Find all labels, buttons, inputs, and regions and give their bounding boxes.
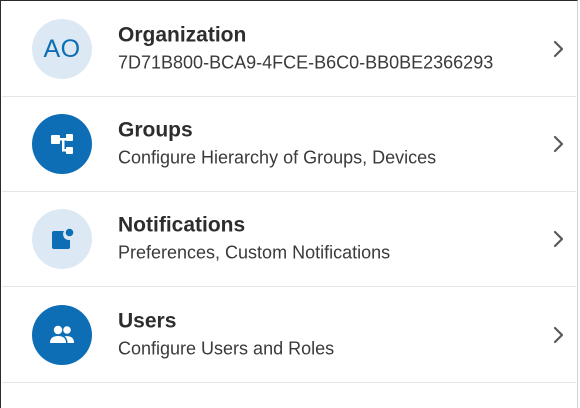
settings-item-organization[interactable]: AO Organization 7D71B800-BCA9-4FCE-B6C0-… [2,2,576,97]
users-icon [50,325,74,343]
settings-item-text: Users Configure Users and Roles [118,308,334,361]
settings-item-subtitle: Preferences, Custom Notifications [118,242,391,263]
chevron-right-icon [553,230,564,248]
settings-item-users[interactable]: Users Configure Users and Roles [2,287,576,383]
avatar-initials: AO [43,34,81,63]
settings-panel: AO Organization 7D71B800-BCA9-4FCE-B6C0-… [0,0,578,408]
organization-avatar: AO [32,19,92,79]
settings-list: AO Organization 7D71B800-BCA9-4FCE-B6C0-… [2,2,576,383]
settings-item-text: Groups Configure Hierarchy of Groups, De… [118,118,436,171]
settings-item-title: Notifications [118,213,246,237]
notification-icon [52,228,74,249]
chevron-right-icon [553,135,564,153]
settings-item-title: Groups [118,118,193,142]
settings-item-subtitle: Configure Users and Roles [118,338,335,358]
settings-item-subtitle: 7D71B800-BCA9-4FCE-B6C0-BB0BE2366293 [118,52,494,73]
hierarchy-icon [51,134,73,154]
settings-item-subtitle: Configure Hierarchy of Groups, Devices [118,147,437,168]
users-avatar [32,304,92,365]
settings-item-title: Users [118,309,177,332]
settings-item-groups[interactable]: Groups Configure Hierarchy of Groups, De… [2,97,576,192]
settings-item-title: Organization [118,23,247,47]
settings-item-text: Notifications Preferences, Custom Notifi… [118,213,390,266]
settings-item-notifications[interactable]: Notifications Preferences, Custom Notifi… [2,192,576,287]
groups-avatar [32,114,92,174]
chevron-right-icon [553,40,564,58]
chevron-right-icon [553,326,564,343]
settings-item-text: Organization 7D71B800-BCA9-4FCE-B6C0-BB0… [118,23,493,76]
notifications-avatar [32,209,92,269]
